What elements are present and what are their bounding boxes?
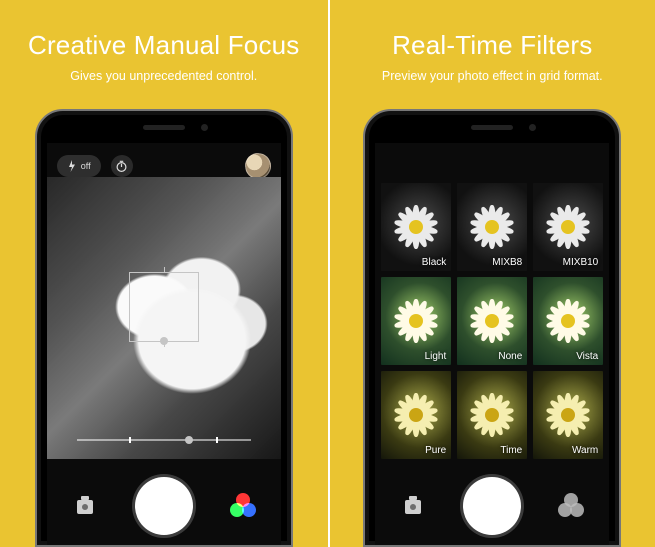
subline: Gives you unprecedented control. (70, 69, 257, 83)
switch-camera-icon (402, 494, 424, 518)
filter-cell[interactable]: Warm (533, 371, 603, 459)
flash-label: off (81, 161, 91, 171)
shutter-button[interactable] (463, 477, 521, 535)
filter-label: None (498, 351, 522, 362)
focus-slider-knob[interactable] (185, 436, 193, 444)
focus-slider[interactable] (77, 439, 251, 441)
switch-camera-button[interactable] (397, 490, 429, 522)
switch-camera-button[interactable] (69, 490, 101, 522)
phone-speaker (471, 125, 513, 130)
promo-stage: Creative Manual Focus Gives you unpreced… (0, 0, 655, 547)
focus-reticle[interactable] (129, 272, 199, 342)
focus-reticle-handle[interactable] (160, 337, 168, 345)
filter-cell[interactable]: MIXB8 (457, 183, 527, 271)
promo-panel-filters: Real-Time Filters Preview your photo eff… (328, 0, 655, 547)
filter-label: MIXB8 (492, 257, 522, 268)
timer-icon (115, 160, 128, 173)
promo-panel-focus: Creative Manual Focus Gives you unpreced… (0, 0, 328, 547)
filter-grid: Black MIXB8 MIXB10 Light None Vista Pure Time Wa… (381, 183, 603, 459)
flash-icon (67, 160, 77, 172)
headline: Creative Manual Focus (28, 30, 300, 61)
camera-bottombar (375, 467, 609, 545)
filter-cell[interactable]: Black (381, 183, 451, 271)
filter-label: MIXB10 (563, 257, 599, 268)
phone-speaker (143, 125, 185, 130)
phone-screen: Black MIXB8 MIXB10 Light None Vista Pure Time Wa… (375, 143, 609, 545)
shutter-button[interactable] (135, 477, 193, 535)
camera-bottombar (47, 467, 281, 545)
gallery-thumbnail[interactable] (245, 153, 271, 179)
filters-icon (558, 493, 584, 519)
headline: Real-Time Filters (392, 30, 592, 61)
filter-cell[interactable]: Time (457, 371, 527, 459)
phone-mockup: Black MIXB8 MIXB10 Light None Vista Pure Time Wa… (363, 109, 621, 547)
subline: Preview your photo effect in grid format… (382, 69, 603, 83)
timer-button[interactable] (111, 155, 133, 177)
phone-screen: off (47, 143, 281, 545)
filter-cell[interactable]: None (457, 277, 527, 365)
camera-viewfinder[interactable] (47, 177, 281, 459)
filters-button[interactable] (555, 490, 587, 522)
filter-label: Black (422, 257, 446, 268)
filter-cell[interactable]: Vista (533, 277, 603, 365)
switch-camera-icon (74, 494, 96, 518)
filter-label: Light (425, 351, 447, 362)
color-filters-button[interactable] (227, 490, 259, 522)
phone-mockup: off (35, 109, 293, 547)
rgb-icon (230, 493, 256, 519)
filter-label: Warm (572, 445, 598, 456)
filter-label: Time (500, 445, 522, 456)
filter-cell[interactable]: Light (381, 277, 451, 365)
filter-label: Vista (576, 351, 598, 362)
filter-cell[interactable]: Pure (381, 371, 451, 459)
filter-label: Pure (425, 445, 446, 456)
flash-toggle[interactable]: off (57, 155, 101, 177)
filter-cell[interactable]: MIXB10 (533, 183, 603, 271)
